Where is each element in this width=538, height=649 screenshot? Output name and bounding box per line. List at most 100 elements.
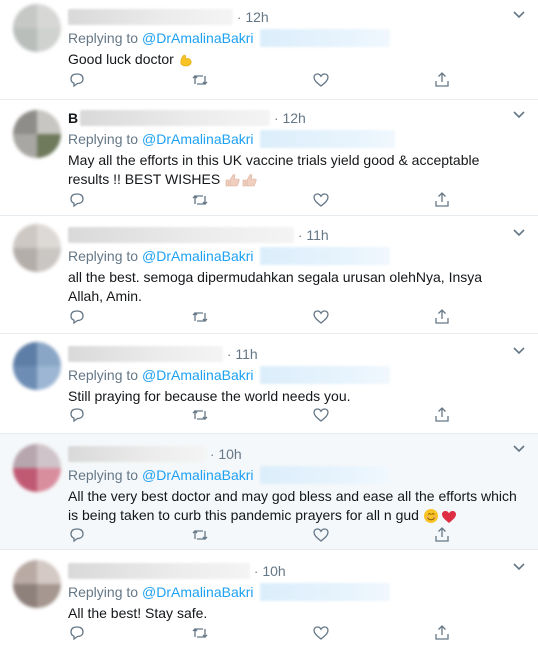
mention-link[interactable]: @DrAmalinaBakri (142, 467, 253, 483)
replying-to: Replying to @DrAmalinaBakri (68, 365, 518, 385)
replying-label: Replying to (68, 584, 139, 600)
mention-blurred[interactable] (259, 466, 390, 484)
separator-dot: · (274, 110, 279, 126)
retweet-button[interactable] (191, 406, 209, 424)
retweet-button[interactable] (191, 71, 209, 89)
reply-icon (70, 310, 84, 325)
timestamp[interactable]: 10h (262, 563, 285, 579)
reply-tweet-5[interactable]: · 10h Replying to @DrAmalinaBakri All th… (0, 434, 538, 550)
separator-dot: · (237, 9, 242, 25)
replying-label: Replying to (68, 30, 139, 46)
reply-tweet-2[interactable]: B · 12h Replying to @DrAmalinaBakri May … (0, 100, 538, 216)
heart-icon (313, 408, 329, 422)
like-button[interactable] (312, 624, 330, 642)
like-button[interactable] (312, 526, 330, 544)
share-button[interactable] (433, 526, 451, 544)
separator-dot: · (210, 446, 215, 462)
mention-blurred[interactable] (259, 130, 395, 148)
reply-tweet-1[interactable]: · 12h Replying to @DrAmalinaBakri Good l… (0, 0, 538, 100)
mention-blurred[interactable] (259, 29, 390, 47)
mention-link[interactable]: @DrAmalinaBakri (142, 131, 253, 147)
retweet-button[interactable] (191, 191, 209, 209)
avatar[interactable] (13, 342, 61, 390)
tweet-body: all the best. semoga dipermudahkan segal… (68, 269, 483, 304)
reply-tweet-3[interactable]: · 11h Replying to @DrAmalinaBakri all th… (0, 216, 538, 334)
reply-tweet-6[interactable]: · 10h Replying to @DrAmalinaBakri All th… (0, 550, 538, 649)
retweet-icon (192, 628, 208, 638)
mention-link[interactable]: @DrAmalinaBakri (142, 248, 253, 264)
avatar[interactable] (13, 444, 61, 492)
like-button[interactable] (312, 406, 330, 424)
tweet-text: All the best! Stay safe. (68, 604, 518, 623)
chevron-down-icon[interactable] (512, 444, 526, 454)
tweet-header: B · 12h (68, 107, 518, 129)
replying-to: Replying to @DrAmalinaBakri (68, 28, 518, 48)
mention-link[interactable]: @DrAmalinaBakri (142, 367, 253, 383)
reply-button[interactable] (68, 71, 86, 89)
share-button[interactable] (433, 71, 451, 89)
reply-button[interactable] (68, 308, 86, 326)
tweet-text: all the best. semoga dipermudahkan segal… (68, 268, 518, 306)
retweet-icon (192, 75, 208, 85)
reply-button[interactable] (68, 406, 86, 424)
mention-blurred[interactable] (259, 583, 390, 601)
avatar[interactable] (13, 224, 61, 272)
retweet-icon (192, 530, 208, 540)
tweet-text: Good luck doctor (68, 50, 518, 69)
retweet-button[interactable] (191, 624, 209, 642)
reply-button[interactable] (68, 526, 86, 544)
chevron-down-icon[interactable] (512, 346, 526, 356)
share-icon (435, 192, 449, 207)
retweet-button[interactable] (191, 308, 209, 326)
user-name-blurred[interactable] (68, 563, 250, 579)
user-name-blurred[interactable] (68, 346, 223, 362)
timestamp[interactable]: 11h (235, 346, 257, 362)
separator-dot: · (298, 227, 303, 243)
reply-button[interactable] (68, 191, 86, 209)
tweet-text: Still praying for because the world need… (68, 387, 518, 406)
like-button[interactable] (312, 71, 330, 89)
timestamp[interactable]: 11h (306, 227, 328, 243)
tweet-header: · 10h (68, 443, 518, 465)
mention-link[interactable]: @DrAmalinaBakri (142, 30, 253, 46)
tweet-header: · 11h (68, 343, 518, 365)
reply-button[interactable] (68, 624, 86, 642)
timestamp[interactable]: 12h (282, 110, 305, 126)
flexed-biceps-icon (180, 54, 192, 67)
chevron-down-icon[interactable] (512, 110, 526, 120)
reply-icon (70, 73, 84, 88)
user-name-blurred[interactable] (68, 9, 233, 25)
mention-blurred[interactable] (259, 247, 390, 265)
tweet-actions (68, 191, 478, 211)
share-button[interactable] (433, 624, 451, 642)
replying-to: Replying to @DrAmalinaBakri (68, 129, 518, 149)
heart-icon (313, 310, 329, 324)
heart-icon (313, 626, 329, 640)
user-name-blurred[interactable] (80, 110, 271, 126)
replying-to: Replying to @DrAmalinaBakri (68, 465, 518, 485)
user-name-initial[interactable]: B (68, 110, 78, 126)
share-button[interactable] (433, 406, 451, 424)
share-button[interactable] (433, 191, 451, 209)
reply-tweet-4[interactable]: · 11h Replying to @DrAmalinaBakri Still … (0, 334, 538, 434)
avatar[interactable] (13, 110, 61, 158)
mention-blurred[interactable] (259, 366, 390, 384)
like-button[interactable] (312, 191, 330, 209)
retweet-button[interactable] (191, 526, 209, 544)
mention-link[interactable]: @DrAmalinaBakri (142, 584, 253, 600)
avatar[interactable] (13, 560, 61, 608)
replying-label: Replying to (68, 131, 139, 147)
smile-heart-icon (423, 509, 456, 524)
separator-dot: · (254, 563, 259, 579)
timestamp[interactable]: 12h (245, 9, 268, 25)
user-name-blurred[interactable] (68, 446, 206, 462)
share-button[interactable] (433, 308, 451, 326)
timestamp[interactable]: 10h (218, 446, 241, 462)
chevron-down-icon[interactable] (512, 228, 526, 238)
like-button[interactable] (312, 308, 330, 326)
chevron-down-icon[interactable] (512, 562, 526, 572)
avatar[interactable] (13, 4, 61, 52)
chevron-down-icon[interactable] (512, 10, 526, 20)
user-name-blurred[interactable] (68, 227, 294, 243)
tweet-actions (68, 526, 478, 546)
